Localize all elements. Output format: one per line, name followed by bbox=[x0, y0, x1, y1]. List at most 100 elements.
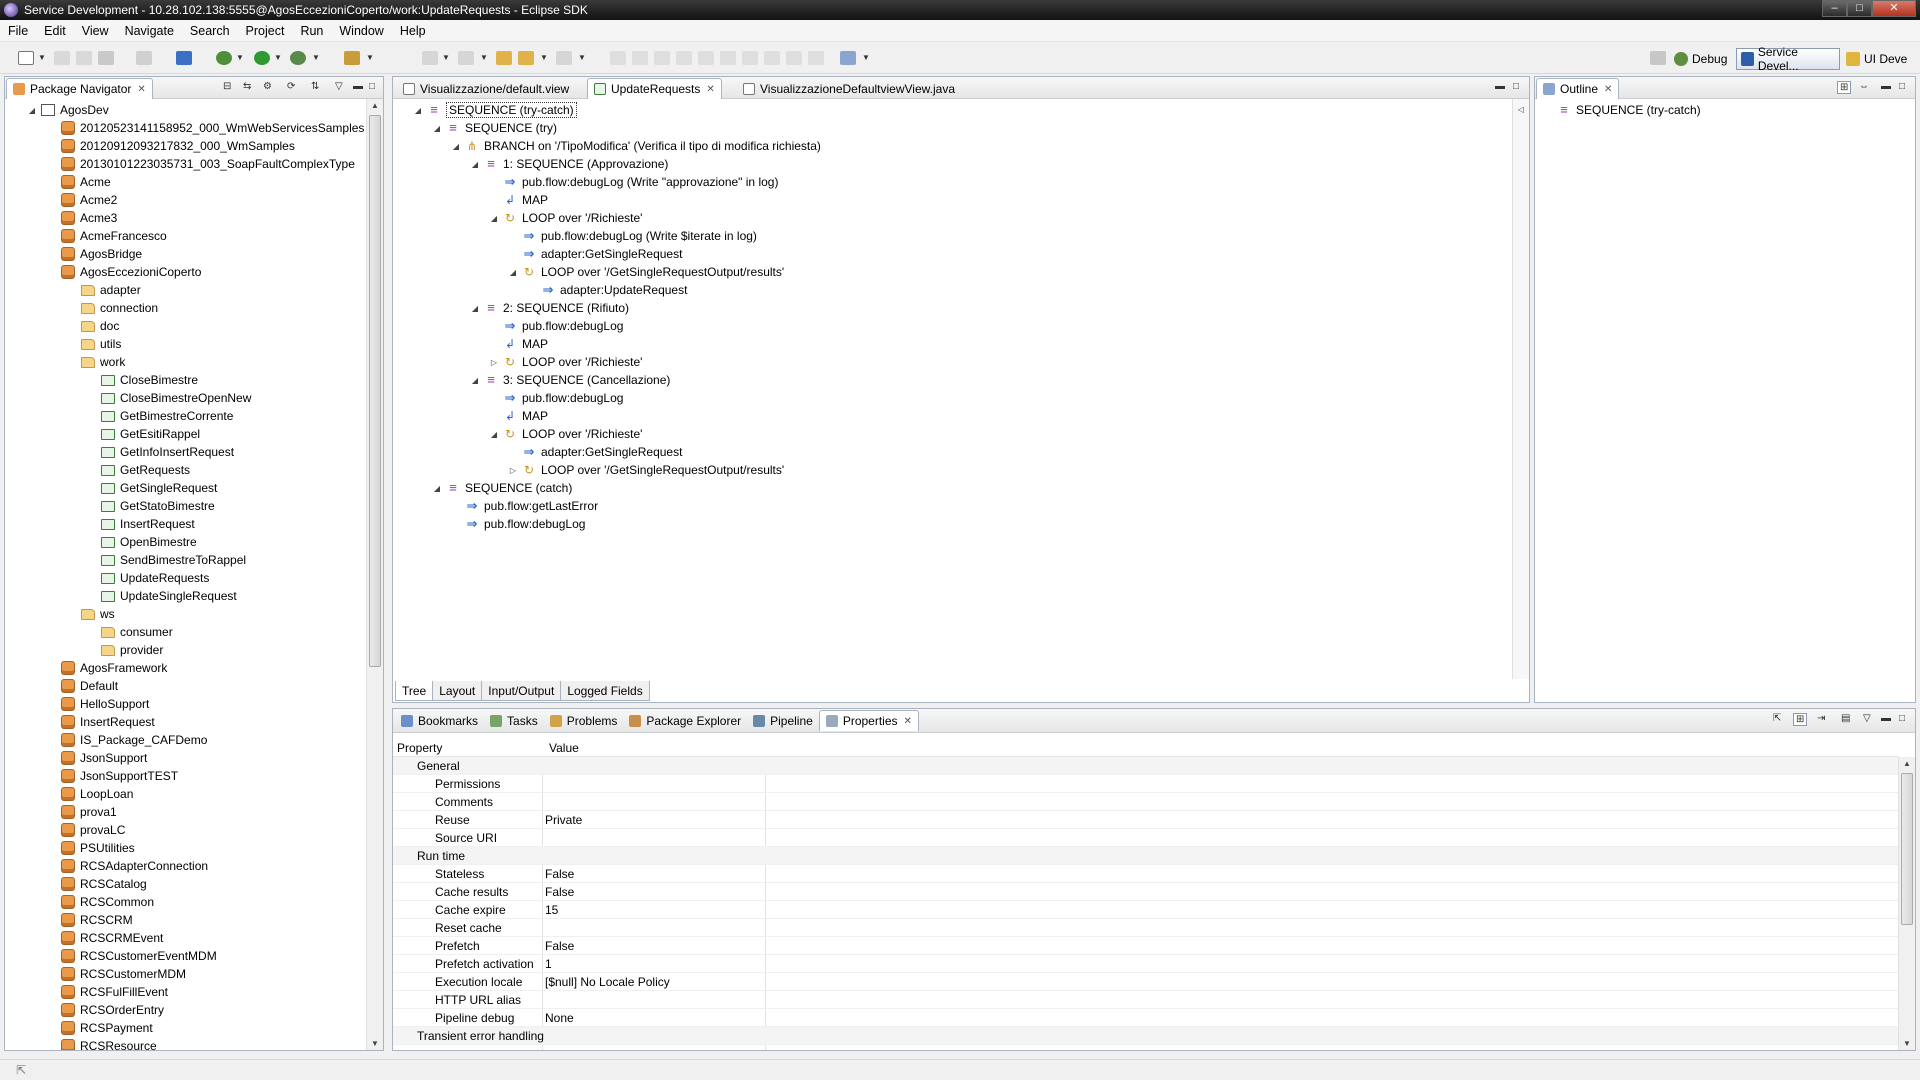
minimize-button[interactable]: – bbox=[1822, 0, 1847, 17]
property-row[interactable]: HTTP URL alias bbox=[393, 991, 1898, 1009]
flow-step[interactable]: ◢ ≡ SEQUENCE (catch) bbox=[432, 479, 572, 497]
menu-file[interactable]: File bbox=[0, 24, 36, 38]
navigator-item[interactable]: GetInfoInsertRequest bbox=[87, 443, 234, 461]
refresh-icon[interactable] bbox=[136, 51, 152, 65]
navigator-item[interactable]: adapter bbox=[67, 281, 141, 299]
expand-toggle-icon[interactable]: ▷ bbox=[508, 466, 518, 475]
property-row[interactable]: Permissions bbox=[393, 775, 1898, 793]
properties-scroll-down-icon[interactable]: ▼ bbox=[1899, 1039, 1915, 1048]
back-icon[interactable] bbox=[496, 51, 512, 65]
flow-step[interactable]: ◢ ⋔ BRANCH on '/TipoModifica' (Verifica il… bbox=[451, 137, 821, 155]
save-icon[interactable] bbox=[54, 51, 70, 65]
collapse-all-icon[interactable]: ⊟ bbox=[223, 81, 231, 92]
step-over-dropdown-icon[interactable]: ▼ bbox=[480, 53, 488, 62]
navigator-item[interactable]: provider bbox=[87, 641, 163, 659]
tab-tree[interactable]: Tree bbox=[395, 681, 434, 701]
copy-icon[interactable] bbox=[676, 51, 692, 65]
navigator-item[interactable]: CloseBimestre bbox=[87, 371, 198, 389]
navigator-item[interactable]: AgosBridge bbox=[47, 245, 142, 263]
flow-step[interactable]: ◢ ≡ SEQUENCE (try) bbox=[432, 119, 557, 137]
flow-step[interactable]: ◢ ≡ 2: SEQUENCE (Rifiuto) bbox=[470, 299, 629, 317]
properties-scrollbar[interactable]: ▲ ▼ bbox=[1898, 757, 1915, 1050]
navigator-item[interactable]: InsertRequest bbox=[87, 515, 195, 533]
run-external-icon[interactable] bbox=[290, 51, 306, 65]
properties-menu-icon[interactable]: ▽ bbox=[1863, 713, 1871, 724]
navigator-item[interactable]: AgosFramework bbox=[47, 659, 167, 677]
close-button[interactable]: ✕ bbox=[1872, 0, 1916, 17]
collapse-palette-icon[interactable]: ◁ bbox=[1513, 105, 1529, 114]
property-row[interactable]: Execution locale [$null] No Locale Policy bbox=[393, 973, 1898, 991]
menu-help[interactable]: Help bbox=[392, 24, 434, 38]
tab-input-output[interactable]: Input/Output bbox=[481, 681, 562, 701]
close-outline-icon[interactable]: ✕ bbox=[1604, 84, 1612, 95]
perspective-debug[interactable]: Debug bbox=[1670, 48, 1731, 70]
tab-update-requests[interactable]: UpdateRequests ✕ bbox=[587, 78, 722, 99]
navigator-item[interactable]: provaLC bbox=[47, 821, 125, 839]
outline-tree-mode-icon[interactable]: ⊞ bbox=[1837, 81, 1852, 94]
navigator-item[interactable]: RCSCustomerMDM bbox=[47, 965, 186, 983]
property-value[interactable]: [$null] No Locale Policy bbox=[545, 975, 670, 989]
tab-package-navigator[interactable]: Package Navigator ✕ bbox=[6, 78, 153, 99]
flow-step[interactable]: ↲ MAP bbox=[489, 407, 548, 425]
navigator-item[interactable]: RCSResource bbox=[47, 1037, 157, 1050]
expand-toggle-icon[interactable]: ◢ bbox=[432, 124, 442, 133]
navigator-item[interactable]: JsonSupportTEST bbox=[47, 767, 178, 785]
paste-icon[interactable] bbox=[698, 51, 714, 65]
flow-step[interactable]: ⇒ adapter:GetSingleRequest bbox=[508, 245, 683, 263]
navigator-item[interactable]: utils bbox=[67, 335, 121, 353]
navigator-item[interactable]: ws bbox=[67, 605, 115, 623]
categories-icon[interactable]: ⊞ bbox=[1793, 713, 1808, 726]
expand-toggle-icon[interactable]: ◢ bbox=[432, 484, 442, 493]
navigator-scrollbar[interactable]: ▲ ▼ bbox=[366, 99, 383, 1050]
outline-layout-mode-icon[interactable]: ⇔ bbox=[1859, 81, 1869, 92]
tab-java-view[interactable]: VisualizzazioneDefaultviewView.java bbox=[737, 78, 961, 99]
property-row[interactable]: Reset cache bbox=[393, 919, 1898, 937]
minimize-editor-icon[interactable]: ▬ bbox=[1495, 81, 1505, 92]
property-row[interactable]: Source URI bbox=[393, 829, 1898, 847]
minimize-outline-icon[interactable]: ▬ bbox=[1881, 81, 1891, 92]
link-editor-icon[interactable]: ⇆ bbox=[243, 81, 251, 92]
column-property[interactable]: Property bbox=[397, 741, 442, 755]
navigator-item[interactable]: RCSPayment bbox=[47, 1019, 153, 1037]
wand-dropdown-icon[interactable]: ▼ bbox=[366, 53, 374, 62]
insert-dropdown-icon[interactable]: ▼ bbox=[862, 53, 870, 62]
expand-toggle-icon[interactable]: ◢ bbox=[508, 268, 518, 277]
navigator-item[interactable]: Acme bbox=[47, 173, 111, 191]
expand-toggle-icon[interactable]: ◢ bbox=[489, 214, 499, 223]
expand-toggle-icon[interactable]: ◢ bbox=[470, 160, 480, 169]
property-row[interactable]: Prefetch activation 1 bbox=[393, 955, 1898, 973]
new-icon[interactable] bbox=[18, 51, 34, 65]
minimize-view-icon[interactable]: ▬ bbox=[353, 81, 363, 92]
tab-layout[interactable]: Layout bbox=[432, 681, 483, 701]
delete-icon[interactable] bbox=[720, 51, 736, 65]
flow-step[interactable]: ↲ MAP bbox=[489, 191, 548, 209]
navigator-item[interactable]: 20120912093217832_000_WmSamples bbox=[47, 137, 295, 155]
navigator-item[interactable]: UpdateSingleRequest bbox=[87, 587, 237, 605]
scroll-up-icon[interactable]: ▲ bbox=[367, 101, 383, 110]
tab-package-explorer[interactable]: Package Explorer bbox=[623, 710, 747, 731]
navigator-item[interactable]: AgosEccezioniCoperto bbox=[47, 263, 201, 281]
property-row[interactable]: Prefetch False bbox=[393, 937, 1898, 955]
property-row[interactable]: Cache expire 15 bbox=[393, 901, 1898, 919]
expand-toggle-icon[interactable]: ◢ bbox=[27, 106, 37, 115]
tab-outline[interactable]: Outline ✕ bbox=[1536, 78, 1620, 99]
navigator-item[interactable]: 20130101223035731_003_SoapFaultComplexTy… bbox=[47, 155, 355, 173]
property-category[interactable]: Transient error handling bbox=[393, 1027, 1898, 1045]
navigator-item[interactable]: PSUtilities bbox=[47, 839, 135, 857]
tab-properties[interactable]: Properties ✕ bbox=[818, 710, 919, 731]
flow-step[interactable]: ⇒ adapter:UpdateRequest bbox=[527, 281, 688, 299]
expand-toggle-icon[interactable]: ◢ bbox=[470, 376, 480, 385]
property-category[interactable]: Run time bbox=[393, 847, 1898, 865]
navigator-item[interactable]: JsonSupport bbox=[47, 749, 147, 767]
back-dropdown-icon[interactable]: ▼ bbox=[540, 53, 548, 62]
property-row[interactable]: Reuse Private bbox=[393, 811, 1898, 829]
flow-step[interactable]: ◢ ≡ SEQUENCE (try-catch) bbox=[413, 101, 577, 119]
navigator-item[interactable]: AcmeFrancesco bbox=[47, 227, 167, 245]
property-value[interactable]: False bbox=[545, 867, 574, 881]
menu-navigate[interactable]: Navigate bbox=[117, 24, 182, 38]
flow-step[interactable]: ◢ ↻ LOOP over '/GetSingleRequestOutput/res… bbox=[508, 263, 784, 281]
navigator-item[interactable]: OpenBimestre bbox=[87, 533, 197, 551]
navigator-item[interactable]: CloseBimestreOpenNew bbox=[87, 389, 251, 407]
navigator-item[interactable]: Acme2 bbox=[47, 191, 117, 209]
flow-step[interactable]: ▷ ↻ LOOP over '/GetSingleRequestOutput/res… bbox=[508, 461, 784, 479]
